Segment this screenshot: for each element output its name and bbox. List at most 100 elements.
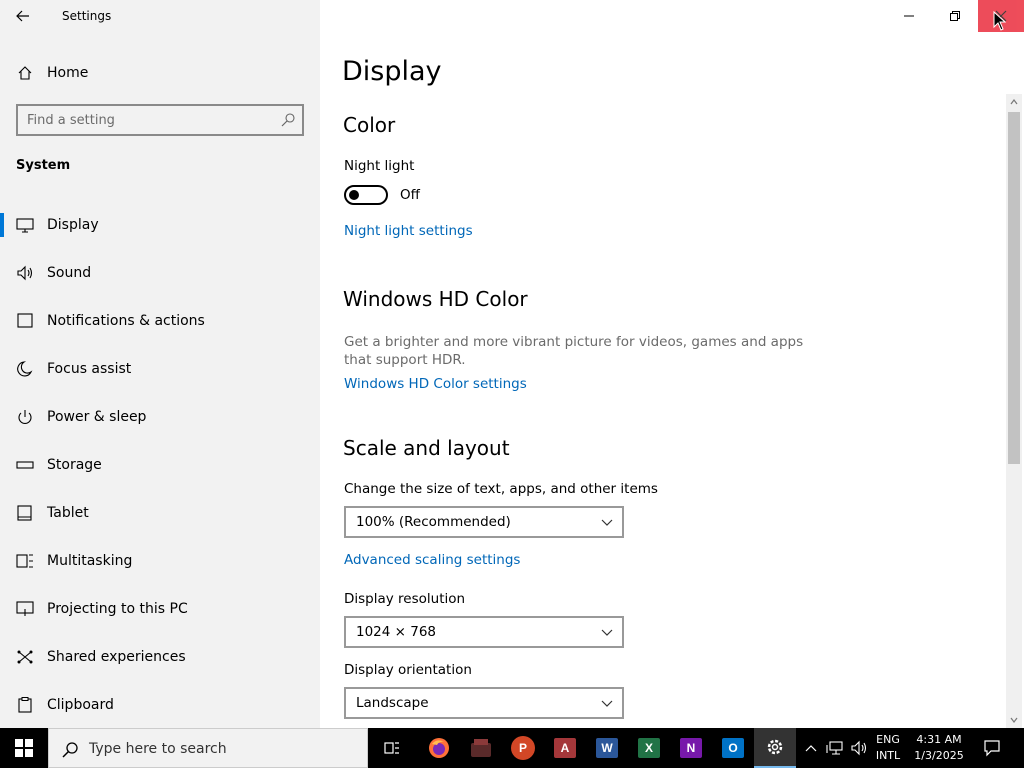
chevron-down-icon	[601, 519, 613, 526]
scale-dropdown[interactable]: 100% (Recommended)	[344, 506, 624, 538]
search-icon	[281, 113, 295, 127]
keyboard-layout: INTL	[875, 749, 901, 762]
hd-color-description: Get a brighter and more vibrant picture …	[344, 334, 804, 368]
language-indicator[interactable]: ENG INTL	[872, 732, 904, 764]
tablet-icon	[17, 505, 32, 521]
settings-taskbar-button[interactable]	[754, 728, 796, 768]
restore-icon	[950, 11, 960, 21]
taskbar-search-placeholder: Type here to search	[89, 741, 227, 757]
chevron-up-icon	[805, 745, 817, 752]
color-heading: Color	[343, 113, 396, 137]
sidebar-item-tablet[interactable]: Tablet	[0, 489, 320, 537]
page-title: Display	[342, 56, 442, 87]
sidebar-item-label: Storage	[47, 457, 102, 473]
restore-button[interactable]	[932, 0, 978, 32]
sidebar-item-label: Notifications & actions	[47, 313, 205, 329]
night-light-toggle[interactable]	[344, 185, 388, 205]
action-center-button[interactable]	[978, 728, 1006, 768]
power-icon	[18, 410, 32, 424]
system-nav-list: Display Sound Notifications & actions Fo…	[0, 201, 320, 729]
home-label: Home	[47, 65, 89, 81]
task-view-icon	[384, 742, 399, 754]
night-light-settings-link[interactable]: Night light settings	[344, 223, 473, 239]
show-hidden-icons-button[interactable]	[800, 728, 822, 768]
windows-logo-icon	[15, 739, 33, 757]
storage-icon	[16, 461, 34, 469]
onenote-taskbar-button[interactable]: N	[670, 728, 712, 768]
sidebar-item-storage[interactable]: Storage	[0, 441, 320, 489]
sidebar-item-clipboard[interactable]: Clipboard	[0, 681, 320, 729]
scroll-down-arrow-icon	[1010, 717, 1018, 723]
sidebar-item-label: Clipboard	[47, 697, 114, 713]
word-icon: W	[596, 738, 618, 758]
dark-app-taskbar-button[interactable]	[460, 728, 502, 768]
start-button[interactable]	[0, 728, 48, 768]
night-light-state: Off	[400, 187, 420, 203]
access-taskbar-button[interactable]: A	[544, 728, 586, 768]
sidebar-item-projecting[interactable]: Projecting to this PC	[0, 585, 320, 633]
sidebar-item-power-sleep[interactable]: Power & sleep	[0, 393, 320, 441]
scale-layout-heading: Scale and layout	[343, 436, 510, 460]
sidebar-item-display[interactable]: Display	[0, 201, 320, 249]
sidebar-item-label: Display	[47, 217, 99, 233]
network-tray-button[interactable]	[824, 728, 846, 768]
sidebar-item-label: Multitasking	[47, 553, 133, 569]
notification-icon	[984, 740, 1000, 757]
resolution-value: 1024 × 768	[356, 624, 437, 640]
sidebar-item-focus-assist[interactable]: Focus assist	[0, 345, 320, 393]
scroll-up-button[interactable]	[1006, 94, 1022, 110]
powerpoint-taskbar-button[interactable]: P	[502, 728, 544, 768]
scroll-down-button[interactable]	[1006, 712, 1022, 728]
scrollbar-thumb[interactable]	[1008, 112, 1020, 464]
mouse-cursor-icon	[993, 11, 1007, 31]
moon-icon	[17, 361, 33, 377]
sidebar-item-label: Tablet	[47, 505, 89, 521]
night-light-label: Night light	[344, 158, 415, 174]
settings-search-box[interactable]	[16, 104, 304, 136]
hd-color-heading: Windows HD Color	[343, 287, 528, 311]
taskbar: Type here to search P A W X N O ENG INTL	[0, 728, 1024, 768]
hd-color-settings-link[interactable]: Windows HD Color settings	[344, 376, 527, 392]
sidebar-item-shared-experiences[interactable]: Shared experiences	[0, 633, 320, 681]
settings-main-pane: Display Color Night light Off Night ligh…	[320, 0, 1024, 728]
outlook-icon: O	[722, 738, 744, 758]
resolution-dropdown[interactable]: 1024 × 768	[344, 616, 624, 648]
back-button[interactable]	[8, 2, 38, 30]
volume-icon	[851, 740, 867, 756]
sidebar-item-multitasking[interactable]: Multitasking	[0, 537, 320, 585]
search-icon	[62, 742, 78, 758]
settings-search-input[interactable]	[27, 112, 267, 128]
chevron-down-icon	[601, 629, 613, 636]
home-icon	[18, 66, 32, 80]
section-header: System	[16, 158, 71, 173]
firefox-taskbar-button[interactable]	[418, 728, 460, 768]
orientation-dropdown[interactable]: Landscape	[344, 687, 624, 719]
orientation-value: Landscape	[356, 695, 429, 711]
task-view-button[interactable]	[371, 728, 413, 768]
taskbar-search-box[interactable]: Type here to search	[48, 728, 368, 768]
multitasking-icon	[16, 554, 33, 568]
home-nav-item[interactable]: Home	[0, 57, 320, 89]
clock[interactable]: 4:31 AM 1/3/2025	[908, 732, 970, 764]
sidebar-item-label: Projecting to this PC	[47, 601, 188, 617]
orientation-label: Display orientation	[344, 662, 472, 678]
toggle-knob	[349, 190, 359, 200]
excel-taskbar-button[interactable]: X	[628, 728, 670, 768]
sidebar-item-sound[interactable]: Sound	[0, 249, 320, 297]
back-arrow-icon	[16, 10, 29, 22]
minimize-button[interactable]	[886, 0, 932, 32]
powerpoint-icon: P	[511, 736, 535, 760]
clock-time: 4:31 AM	[916, 733, 962, 746]
vertical-scrollbar[interactable]	[1006, 94, 1022, 728]
scale-value: 100% (Recommended)	[356, 514, 511, 530]
sidebar-item-label: Sound	[47, 265, 92, 281]
app-icon	[471, 739, 491, 757]
volume-tray-button[interactable]	[848, 728, 870, 768]
advanced-scaling-link[interactable]: Advanced scaling settings	[344, 552, 520, 568]
outlook-taskbar-button[interactable]: O	[712, 728, 754, 768]
firefox-icon	[429, 738, 449, 758]
speaker-icon	[17, 265, 33, 281]
notification-icon	[17, 313, 33, 328]
sidebar-item-notifications[interactable]: Notifications & actions	[0, 297, 320, 345]
word-taskbar-button[interactable]: W	[586, 728, 628, 768]
